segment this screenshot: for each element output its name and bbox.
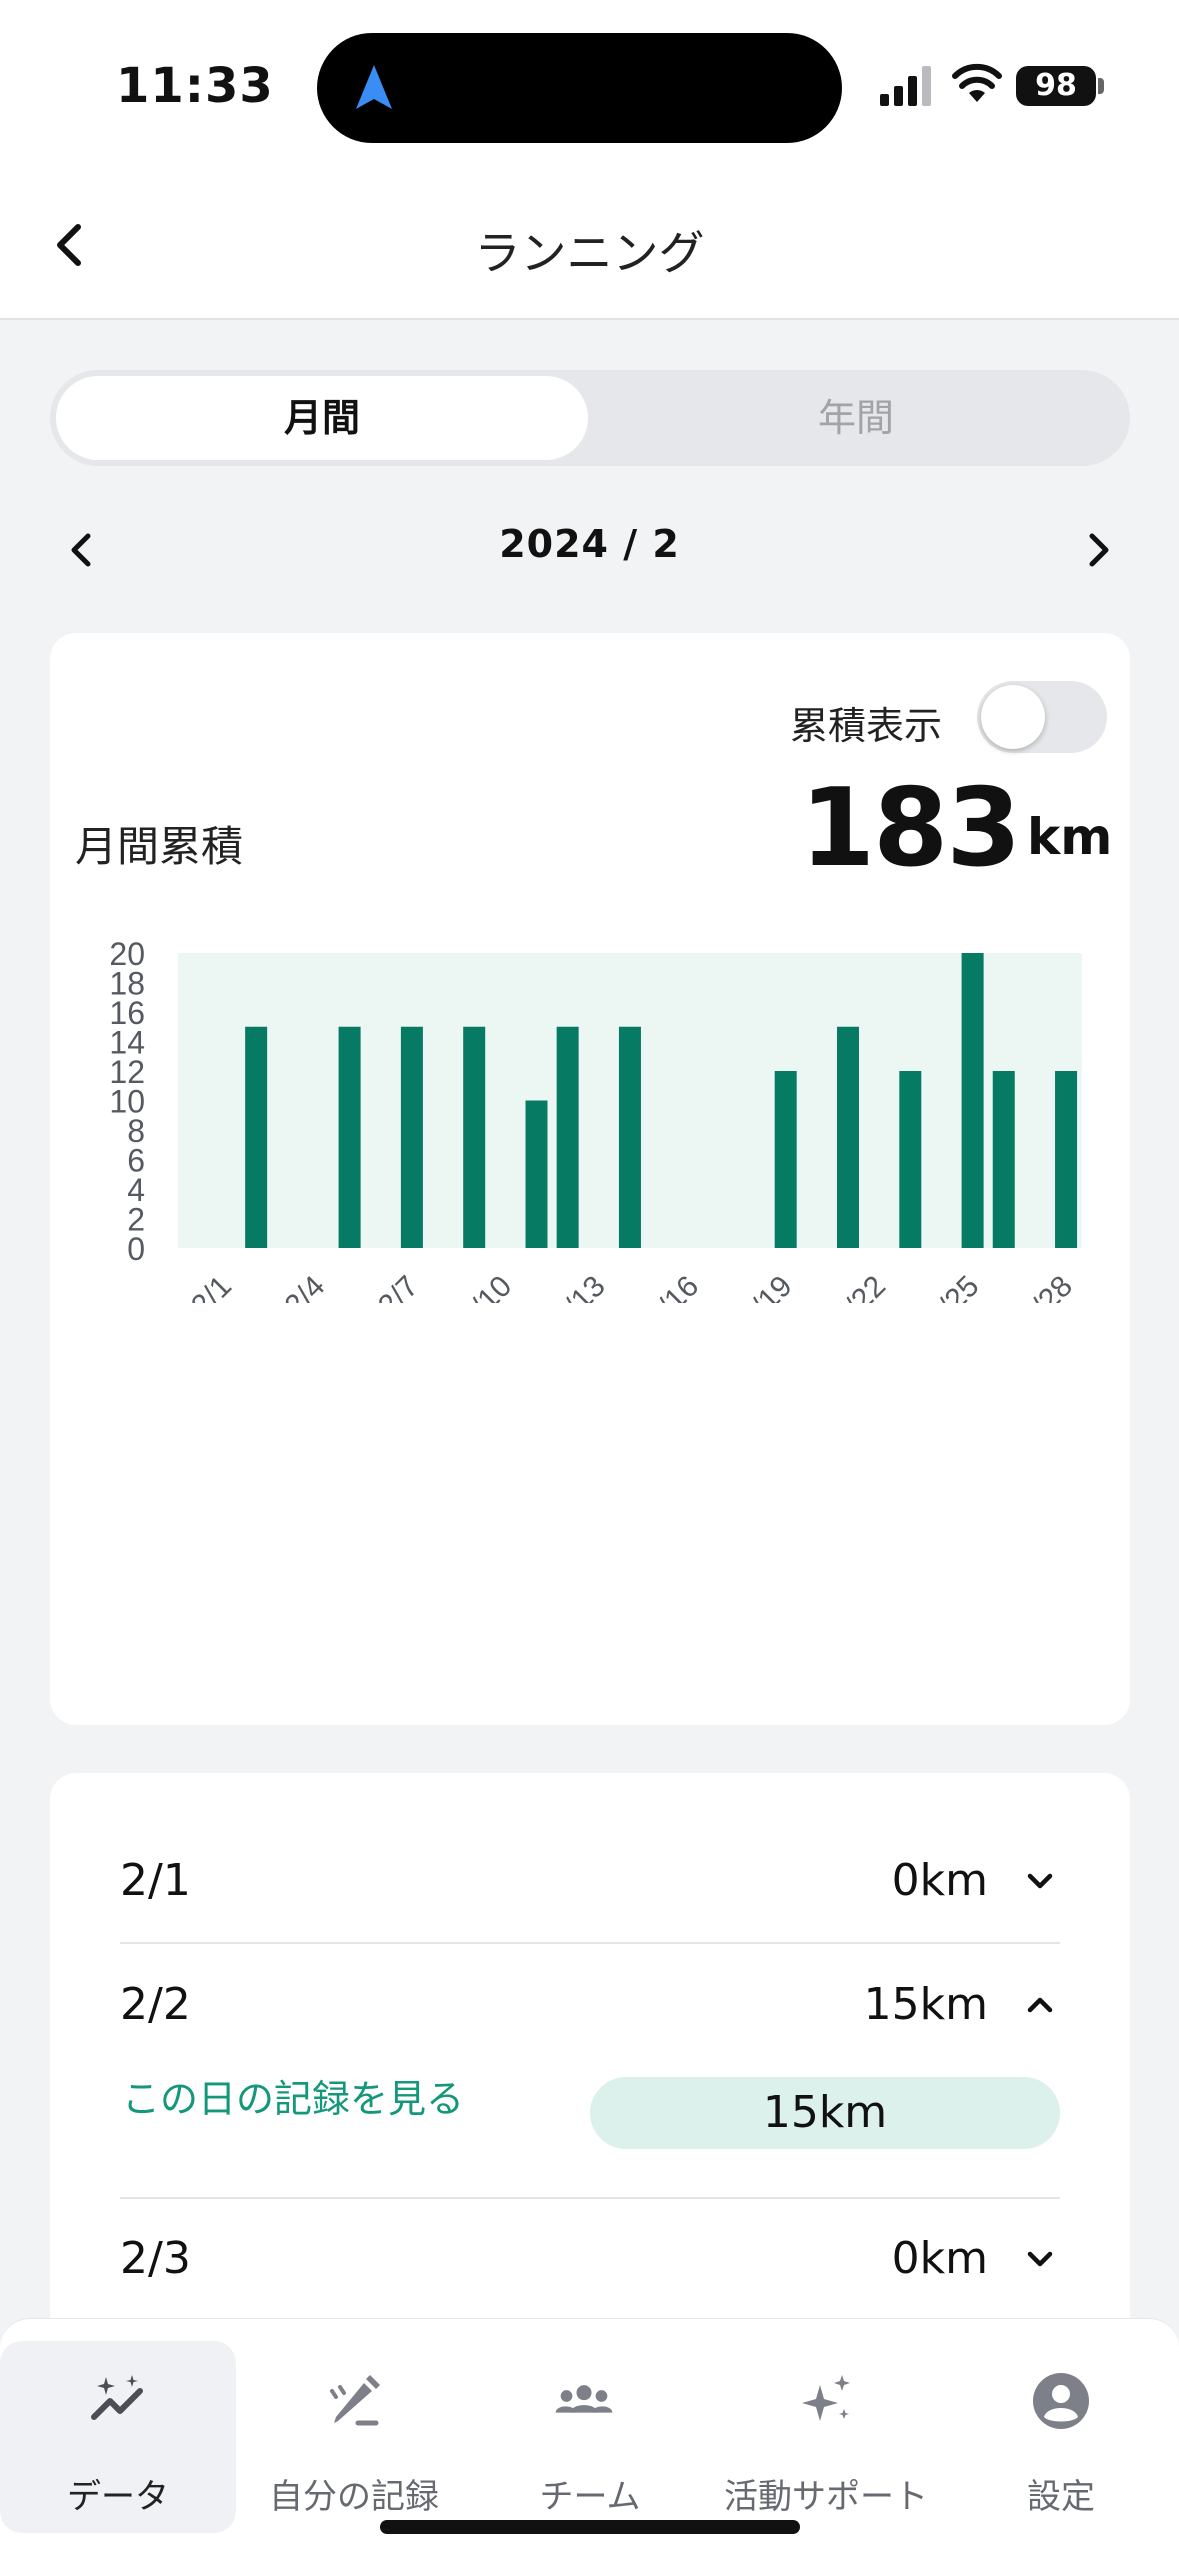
chevron-up-icon[interactable] — [1020, 1985, 1060, 2025]
tab-my-records[interactable]: 自分の記録 — [236, 2341, 472, 2533]
monthly-total-label: 月間累積 — [75, 822, 244, 871]
list-item[interactable]: 2/1 0km — [120, 1855, 1060, 1915]
tab-label: 活動サポート — [724, 2477, 928, 2517]
chart-bar — [1055, 1071, 1078, 1248]
chart-bar — [245, 1026, 268, 1248]
tab-label: データ — [67, 2477, 169, 2517]
chart-bar — [899, 1071, 922, 1248]
tab-data[interactable]: データ — [0, 2341, 236, 2533]
x-tick-label: 2/28 — [1014, 1270, 1079, 1303]
status-bar: 11:33 98 — [0, 0, 1179, 175]
wifi-icon — [952, 63, 1002, 102]
chevron-right-icon — [1089, 533, 1109, 567]
chevron-down-icon[interactable] — [1020, 2239, 1060, 2279]
battery-cap — [1098, 78, 1104, 94]
nav-header: ランニング — [0, 175, 1179, 320]
x-tick-label: 2/13 — [547, 1270, 612, 1303]
divider — [120, 1942, 1060, 1944]
chart-bar — [338, 1026, 361, 1248]
page-title: ランニング — [474, 226, 705, 280]
chart-bar — [774, 1071, 797, 1248]
chart-bar — [400, 1026, 423, 1248]
row-date: 2/1 — [120, 1855, 191, 1906]
pencil-edit-icon — [330, 2375, 380, 2426]
tab-settings[interactable]: 設定 — [943, 2341, 1179, 2533]
list-item[interactable]: 2/3 0km — [120, 2233, 1060, 2293]
chart-sparkle-icon — [91, 2375, 143, 2420]
x-tick-label: 2/25 — [921, 1270, 986, 1303]
home-indicator — [380, 2520, 800, 2534]
view-day-record-link[interactable]: この日の記録を見る — [122, 2068, 464, 2123]
day-distance-pill: 15km — [590, 2077, 1060, 2149]
tab-label: 設定 — [1027, 2477, 1095, 2517]
monthly-total-unit: km — [1027, 808, 1113, 866]
status-time: 11:33 — [116, 58, 274, 114]
tab-activity-support[interactable]: 活動サポート — [708, 2341, 944, 2533]
profile-icon — [1033, 2373, 1089, 2429]
battery-indicator: 98 — [1016, 66, 1096, 106]
chart-bar — [837, 1026, 859, 1248]
period-segment-control: 月間 年間 — [50, 370, 1130, 466]
row-distance: 0km — [891, 1855, 988, 1906]
chart-bar — [525, 1100, 548, 1248]
cumulative-toggle-label: 累積表示 — [790, 704, 943, 748]
tab-monthly[interactable]: 月間 — [56, 376, 588, 460]
chart-bar — [992, 1071, 1015, 1248]
location-arrow-icon — [356, 65, 392, 109]
tab-label: チーム — [539, 2477, 641, 2517]
chart-bar — [618, 1026, 641, 1248]
current-month-label: 2024 / 2 — [499, 522, 680, 566]
x-tick-label: 2/4 — [279, 1270, 332, 1303]
tab-label: 自分の記録 — [269, 2477, 439, 2517]
x-tick-label: 2/7 — [372, 1270, 425, 1303]
tab-yearly[interactable]: 年間 — [590, 376, 1122, 460]
monthly-total-value: 183 — [800, 766, 1021, 891]
chart-bar — [961, 953, 984, 1248]
x-tick-label: 2/22 — [827, 1270, 892, 1303]
row-distance: 15km — [863, 1979, 988, 2030]
row-date: 2/3 — [120, 2233, 191, 2284]
x-tick-label: 2/16 — [641, 1270, 706, 1303]
team-icon — [555, 2385, 613, 2413]
dynamic-island — [317, 33, 842, 143]
bar-chart: 024681012141618202/1 2/4 2/7 2/10 2/13 2/16 2/… — [109, 936, 1082, 1303]
row-date: 2/2 — [120, 1979, 191, 2030]
next-month-button[interactable] — [1080, 520, 1120, 580]
divider — [120, 2197, 1060, 2199]
chart-bar — [556, 1026, 579, 1248]
list-item[interactable]: 2/2 15km — [120, 1979, 1060, 2039]
cumulative-toggle[interactable] — [977, 681, 1107, 753]
chevron-down-icon[interactable] — [1020, 1861, 1060, 1901]
y-tick-label: 20 — [109, 936, 145, 972]
row-distance: 0km — [891, 2233, 988, 2284]
x-tick-label: 2/10 — [454, 1270, 519, 1303]
x-tick-label: 2/1 — [185, 1270, 238, 1303]
toggle-knob — [981, 685, 1045, 749]
monthly-chart-card: 累積表示 月間累積 183 km 0 2 4 6 8 10 12 14 16 18 20 2/1 2/4… — [50, 633, 1130, 1725]
sparkle-icon — [802, 2375, 850, 2421]
tab-team[interactable]: チーム — [472, 2341, 708, 2533]
signal-icon — [880, 66, 931, 106]
x-tick-label: 2/19 — [734, 1270, 799, 1303]
chart-bar — [463, 1026, 486, 1248]
